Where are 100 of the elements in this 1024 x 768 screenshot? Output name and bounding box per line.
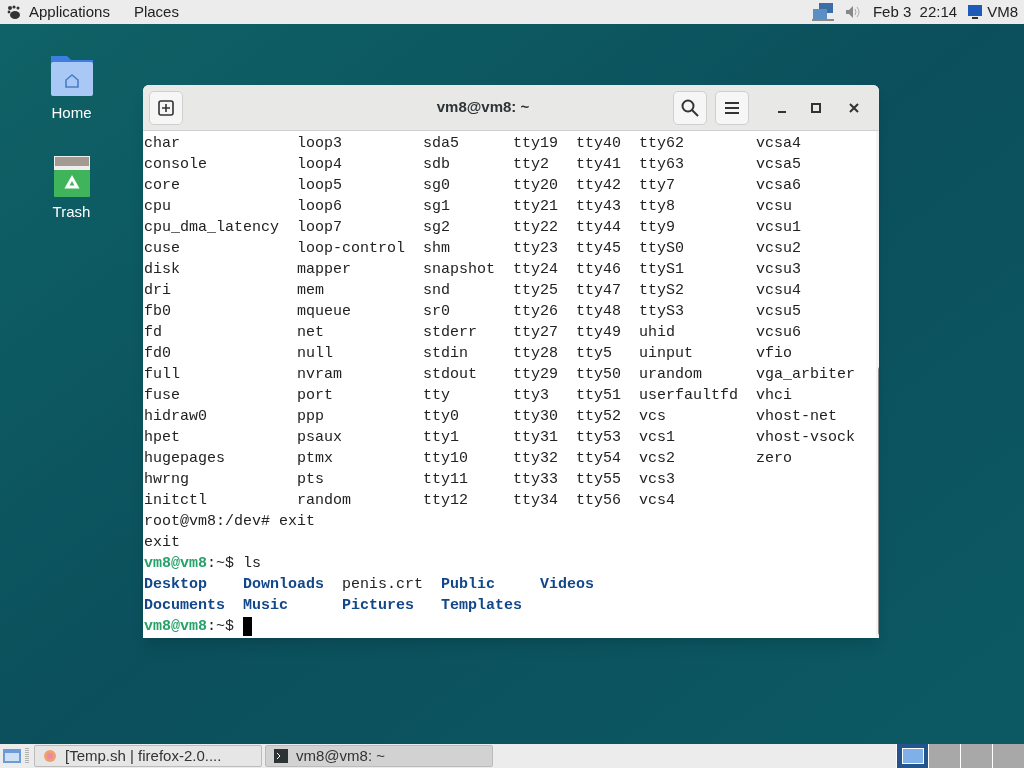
file-name: tty49 <box>576 323 622 343</box>
file-name: tty33 <box>513 470 559 490</box>
menu-button[interactable] <box>715 90 749 125</box>
file-name: vcs4 <box>639 491 676 511</box>
drag-handle-icon[interactable] <box>24 747 30 765</box>
file-name: vga_arbiter <box>756 365 857 385</box>
gnome-foot-icon[interactable] <box>6 4 22 20</box>
network-icon[interactable] <box>810 2 835 22</box>
file-name: tty22 <box>513 218 559 238</box>
file-name: sr0 <box>423 302 451 322</box>
file-name: psaux <box>297 428 343 448</box>
file-name: userfaultfd <box>639 386 740 406</box>
file-name: null <box>297 344 334 364</box>
workspace-button[interactable] <box>896 744 928 768</box>
prompt-path: :~$ <box>207 617 235 637</box>
search-icon <box>681 98 699 117</box>
file-name: tty1 <box>423 428 460 448</box>
file-name: tty9 <box>639 218 676 238</box>
file-name: tty27 <box>513 323 559 343</box>
trash-icon[interactable] <box>52 154 91 197</box>
terminal-icon <box>274 749 288 763</box>
file-name: uinput <box>639 344 694 364</box>
desktop-icon-label[interactable]: Trash <box>52 200 91 223</box>
file-name: vcsu1 <box>756 218 802 238</box>
volume-icon[interactable] <box>844 5 861 19</box>
new-tab-button[interactable] <box>149 90 183 125</box>
file-name: hugepages <box>144 449 226 469</box>
desktop-icon-label[interactable]: Home <box>51 102 92 125</box>
file-name: tty63 <box>639 155 685 175</box>
file-name: mem <box>297 281 325 301</box>
file-name: sg0 <box>423 176 451 196</box>
file-name: pts <box>297 470 325 490</box>
file-name: tty7 <box>639 176 676 196</box>
file-name: vhost-vsock <box>756 428 857 448</box>
prompt-path: :~$ <box>207 554 235 574</box>
file-name: cpu_dma_latency <box>144 218 281 238</box>
file-name: fd <box>144 323 163 343</box>
file-name: tty20 <box>513 176 559 196</box>
file-name: full <box>144 365 181 385</box>
file-name: tty48 <box>576 302 622 322</box>
file-name: vcsu6 <box>756 323 802 343</box>
file-name: tty28 <box>513 344 559 364</box>
search-button[interactable] <box>673 90 707 125</box>
file-name: vcsu3 <box>756 260 802 280</box>
directory-name: Desktop <box>144 575 208 595</box>
file-name: tty43 <box>576 197 622 217</box>
file-name: cpu <box>144 197 172 217</box>
file-name: loop4 <box>297 155 343 175</box>
file-name: tty19 <box>513 134 559 154</box>
file-name: vhost-net <box>756 407 838 427</box>
clock[interactable]: Feb 3 22:14 <box>872 0 958 24</box>
file-name: stdin <box>423 344 469 364</box>
directory-name: Public <box>441 575 496 595</box>
user-label[interactable]: VM8 <box>987 0 1018 24</box>
file-name: stdout <box>423 365 478 385</box>
file-name: nvram <box>297 365 343 385</box>
output-line: exit <box>144 533 181 553</box>
prompt-user: vm8@vm8 <box>144 554 207 574</box>
monitor-icon[interactable] <box>967 4 984 20</box>
file-name: ppp <box>297 407 325 427</box>
menu-item[interactable]: Applications <box>29 0 110 24</box>
file-name: urandom <box>639 365 703 385</box>
maximize-icon[interactable] <box>811 102 821 113</box>
file-name: shm <box>423 239 451 259</box>
file-name: tty11 <box>423 470 469 490</box>
file-name: tty25 <box>513 281 559 301</box>
file-name: tty41 <box>576 155 622 175</box>
task-button[interactable]: vm8@vm8: ~ <box>265 745 493 767</box>
file-name: tty40 <box>576 134 622 154</box>
file-name: sda5 <box>423 134 460 154</box>
file-name: hidraw0 <box>144 407 208 427</box>
file-name: vcsu <box>756 197 793 217</box>
file-name: tty42 <box>576 176 622 196</box>
file-name: tty56 <box>576 491 622 511</box>
file-name: sg1 <box>423 197 451 217</box>
file-name: tty62 <box>639 134 685 154</box>
file-name: vhci <box>756 386 793 406</box>
menu-item[interactable]: Places <box>133 0 179 24</box>
file-name: ttyS0 <box>639 239 685 259</box>
file-name: dri <box>144 281 172 301</box>
file-name: ttyS1 <box>639 260 685 280</box>
file-name: core <box>144 176 181 196</box>
file-name: ptmx <box>297 449 334 469</box>
file-name: tty30 <box>513 407 559 427</box>
file-name: tty29 <box>513 365 559 385</box>
close-icon[interactable] <box>849 102 859 113</box>
file-name: vcsu2 <box>756 239 802 259</box>
file-name: loop-control <box>297 239 407 259</box>
file-name: fd0 <box>144 344 172 364</box>
file-name: vcsa4 <box>756 134 802 154</box>
file-name: port <box>297 386 334 406</box>
file-name: penis.crt <box>342 575 424 595</box>
file-name: tty10 <box>423 449 469 469</box>
file-name: hwrng <box>144 470 190 490</box>
task-button[interactable]: [Temp.sh | firefox-2.0.... <box>34 745 262 767</box>
file-name: sdb <box>423 155 451 175</box>
file-name: vcsa6 <box>756 176 802 196</box>
file-name: snd <box>423 281 451 301</box>
file-name: sg2 <box>423 218 451 238</box>
file-name: tty53 <box>576 428 622 448</box>
